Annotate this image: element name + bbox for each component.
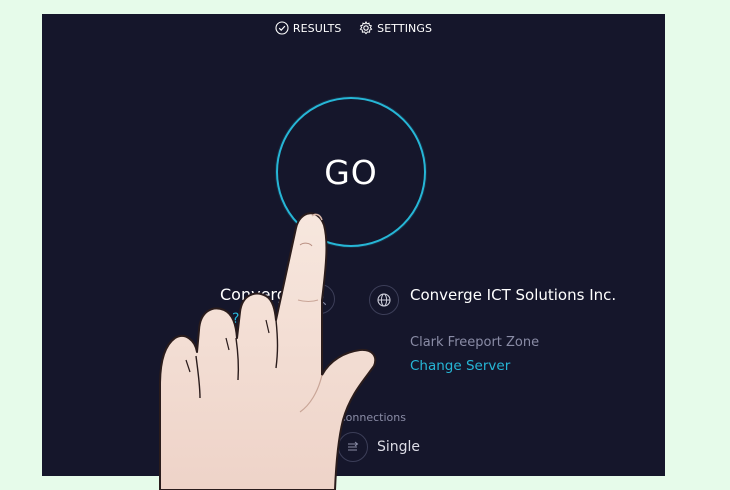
check-circle-icon xyxy=(275,21,289,35)
results-link[interactable]: RESULTS xyxy=(275,21,342,35)
isp-name: Converge xyxy=(220,285,297,304)
go-label: GO xyxy=(324,152,378,192)
settings-link[interactable]: SETTINGS xyxy=(359,21,432,35)
change-server-link[interactable]: Change Server xyxy=(410,358,510,374)
isp-sub-link[interactable]: ? xyxy=(232,311,239,327)
connections-value[interactable]: Single xyxy=(377,439,420,455)
server-location: Clark Freeport Zone xyxy=(410,335,540,350)
results-label: RESULTS xyxy=(292,21,342,35)
go-button[interactable]: GO xyxy=(276,97,426,247)
settings-label: SETTINGS xyxy=(377,21,433,35)
speedtest-app: RESULTS SETTINGS GO Converge ? Converge … xyxy=(42,14,665,476)
user-icon xyxy=(305,284,335,314)
connections-label: Connections xyxy=(338,411,406,424)
top-nav: RESULTS SETTINGS xyxy=(42,21,665,38)
globe-icon xyxy=(369,285,399,315)
server-name: Converge ICT Solutions Inc. xyxy=(410,286,617,304)
connections-icon[interactable] xyxy=(338,432,368,462)
gear-icon xyxy=(359,21,373,35)
